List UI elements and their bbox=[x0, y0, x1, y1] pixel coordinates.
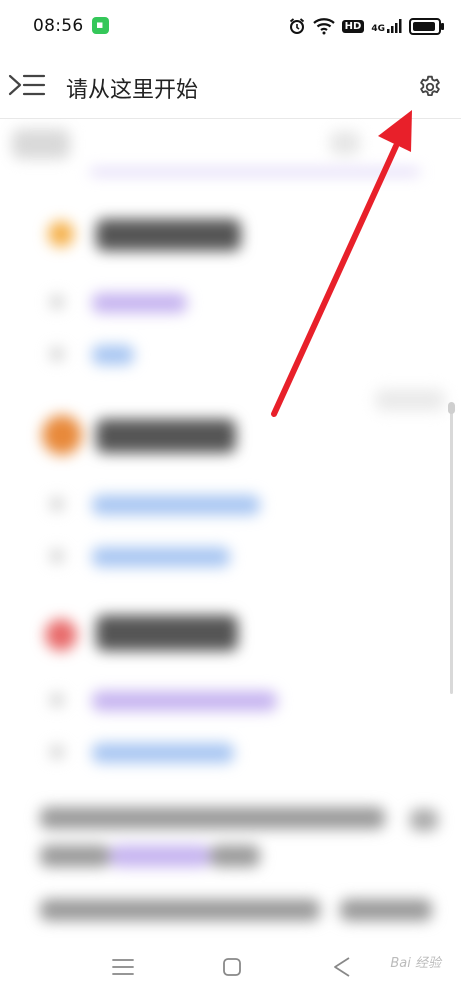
blurred-line bbox=[90, 169, 420, 175]
back-nav-icon[interactable] bbox=[327, 952, 357, 982]
status-icons: HD 4G bbox=[288, 15, 444, 37]
blurred-chip bbox=[12, 129, 70, 159]
status-time: 08:56 bbox=[33, 16, 84, 36]
gear-icon bbox=[420, 75, 440, 97]
page-title: 请从这里开始 bbox=[66, 78, 199, 103]
blurred-chip bbox=[375, 389, 445, 411]
blurred-paragraph-line bbox=[40, 899, 320, 921]
blurred-paragraph-line bbox=[40, 845, 110, 867]
hd-badge: HD bbox=[341, 19, 365, 33]
blurred-section-title bbox=[96, 219, 241, 251]
blurred-link bbox=[92, 691, 277, 711]
app-notification-icon: ▪ bbox=[92, 17, 109, 34]
system-nav-bar: Bai 经验 bbox=[0, 938, 461, 995]
blurred-chip bbox=[330, 131, 360, 155]
blurred-bullet bbox=[50, 693, 64, 707]
blurred-section-title bbox=[96, 419, 236, 453]
blurred-paragraph-line bbox=[410, 809, 438, 831]
settings-button[interactable] bbox=[417, 74, 443, 100]
blurred-link bbox=[92, 495, 260, 515]
alarm-icon bbox=[289, 18, 304, 34]
blurred-bullet bbox=[50, 549, 64, 563]
blurred-bullet bbox=[50, 295, 64, 309]
blurred-paragraph-line bbox=[340, 899, 432, 921]
wifi-icon bbox=[312, 18, 335, 35]
blurred-bullet bbox=[50, 497, 64, 511]
blurred-section-title bbox=[96, 615, 238, 651]
blurred-bullet bbox=[50, 745, 64, 759]
blurred-paragraph-line bbox=[40, 807, 385, 829]
app-header: 请从这里开始 bbox=[0, 52, 461, 119]
blurred-link bbox=[92, 345, 134, 365]
battery-icon bbox=[409, 17, 444, 35]
scrollbar-handle[interactable] bbox=[448, 402, 455, 414]
home-nav-icon[interactable] bbox=[217, 952, 247, 982]
menu-expand-icon[interactable] bbox=[8, 72, 46, 98]
blurred-link bbox=[92, 293, 187, 313]
watermark: Bai 经验 bbox=[390, 956, 441, 971]
menu-nav-icon[interactable] bbox=[108, 952, 138, 982]
blurred-link bbox=[92, 547, 230, 567]
signal-bars-icon bbox=[387, 19, 402, 33]
blurred-layer bbox=[0, 119, 461, 939]
status-bar: 08:56 ▪ HD 4G bbox=[0, 0, 461, 52]
blurred-section-icon bbox=[45, 619, 77, 651]
blurred-paragraph-line bbox=[210, 845, 260, 867]
blurred-bullet bbox=[50, 347, 64, 361]
blurred-section-icon bbox=[42, 415, 82, 455]
scrollbar-track[interactable] bbox=[450, 404, 453, 694]
blurred-link bbox=[92, 743, 234, 763]
blurred-paragraph-line bbox=[110, 845, 210, 867]
blurred-content bbox=[0, 119, 461, 939]
network-type-label: 4G bbox=[371, 24, 385, 34]
cellular-signal-icon: 4G bbox=[371, 18, 402, 34]
blurred-section-icon bbox=[48, 221, 74, 247]
